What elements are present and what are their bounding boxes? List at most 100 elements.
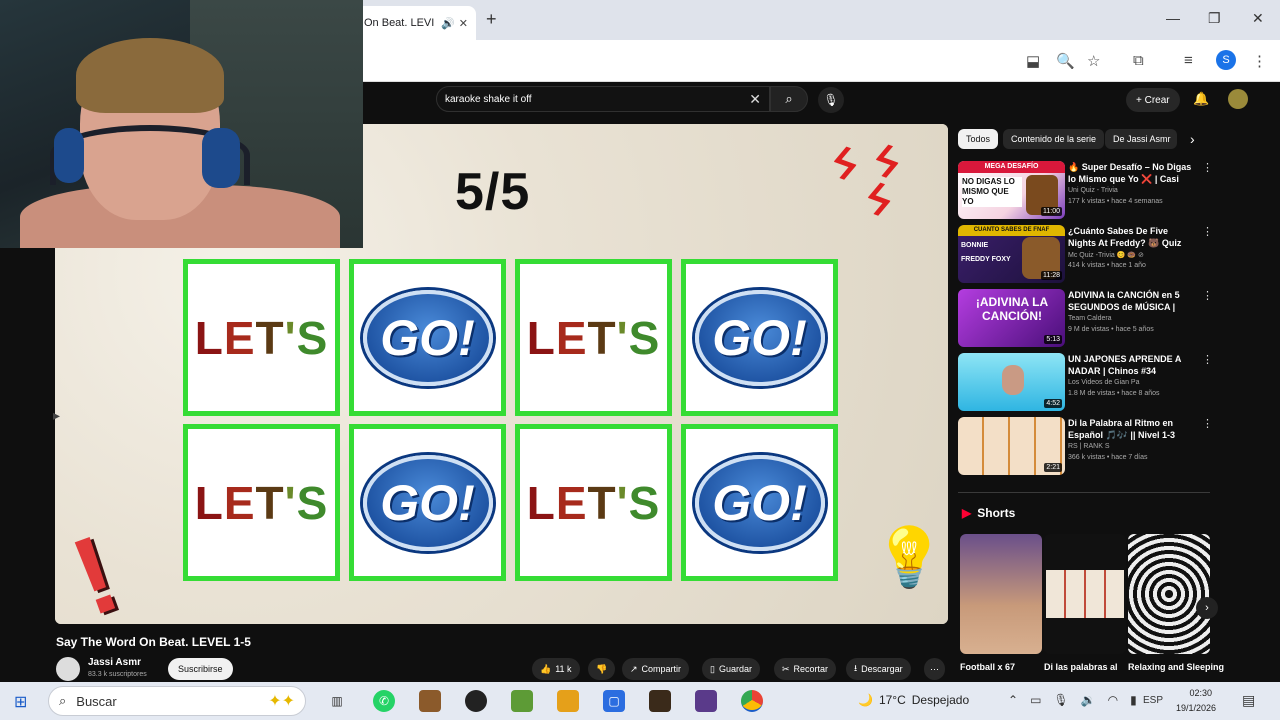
share-button[interactable]: ↗ Compartir (622, 658, 690, 680)
shorts-icon: ▶ (962, 506, 972, 520)
like-count: 11 k (555, 664, 572, 674)
notifications-icon[interactable]: ▤ (1242, 692, 1255, 709)
sparkle-icon: ✦✦ (268, 693, 295, 710)
scissors-icon: ✂ (782, 663, 790, 674)
recommendation-views: 414 k vistas • hace 1 año (1068, 262, 1146, 269)
video-thumbnail: ¡ADIVINA LA CANCIÓN! 5:13 (958, 289, 1065, 347)
app-icon[interactable]: ▢ (603, 690, 625, 712)
recommendation-item[interactable]: ¡ADIVINA LA CANCIÓN! 5:13 ADIVINA la CAN… (958, 289, 1213, 347)
maximize-button[interactable]: ❐ (1208, 10, 1221, 27)
go-logo: GO! (694, 289, 825, 386)
search-icon: ⌕ (59, 693, 67, 708)
card-lets: LET'S (515, 424, 672, 581)
recommendation-item[interactable]: 2:21 Di la Palabra al Ritmo en Español 🎵… (958, 417, 1213, 475)
app-icon[interactable] (695, 690, 717, 712)
clear-search-icon[interactable]: ✕ (749, 91, 761, 108)
recommendation-item[interactable]: CUANTO SABES DE FNAF BONNIE FREDDY FOXY … (958, 225, 1213, 283)
app-icon[interactable] (557, 690, 579, 712)
windows-start-icon[interactable]: ⊞ (14, 692, 27, 712)
minimize-button[interactable]: — (1166, 10, 1180, 26)
recommendation-views: 177 k vistas • hace 4 semanas (1068, 198, 1163, 205)
volume-icon[interactable]: 🔉 (1081, 693, 1096, 707)
voice-search-button[interactable]: 🎙 (818, 87, 844, 113)
mic-icon[interactable]: 🎙 (1053, 693, 1068, 707)
recommendation-title: ¿Cuánto Sabes De Five Nights At Freddy? … (1068, 226, 1182, 248)
media-controls-icon[interactable]: ≡ (1184, 52, 1193, 69)
wifi-icon[interactable]: ◠ (1108, 693, 1118, 707)
recommendation-item[interactable]: MEGA DESAFÍO NO DIGAS LO MISMO QUE YO 11… (958, 161, 1213, 219)
shorts-next-button[interactable]: › (1196, 597, 1218, 619)
short-thumbnail[interactable] (1128, 534, 1210, 654)
download-button[interactable]: ⭳ Descargar (846, 658, 911, 680)
recommendation-title: Di la Palabra al Ritmo en Español 🎵🎶 || … (1068, 418, 1175, 440)
app-icon[interactable] (419, 690, 441, 712)
card-go: GO! (349, 424, 506, 581)
channel-avatar[interactable] (56, 657, 80, 681)
bookmark-icon: ▯ (710, 663, 715, 674)
notifications-bell-icon[interactable]: 🔔 (1193, 91, 1209, 107)
profile-avatar[interactable]: S (1216, 50, 1236, 70)
app-icon[interactable] (465, 690, 487, 712)
recommendation-channel: Team Caldera (1068, 315, 1112, 322)
create-label: Crear (1144, 94, 1170, 106)
menu-kebab-icon[interactable]: ⋮ (1252, 52, 1267, 70)
sidebar-divider (958, 492, 1210, 493)
more-options-icon[interactable]: ⋮ (1202, 225, 1213, 238)
close-window-button[interactable]: ✕ (1252, 10, 1264, 27)
clip-button[interactable]: ✂ Recortar (774, 658, 837, 680)
like-button[interactable]: 👍 11 k (532, 658, 580, 680)
close-tab-icon[interactable]: ✕ (459, 17, 468, 30)
create-button[interactable]: + Crear (1126, 88, 1180, 112)
extensions-icon[interactable]: ⧉ (1133, 52, 1144, 69)
chip-channel[interactable]: De Jassi Asmr (1105, 129, 1177, 149)
chevron-right-icon[interactable]: › (1190, 131, 1195, 147)
system-tray: ⌃ ▭ 🎙 🔉 ◠ ▮ (1008, 693, 1137, 707)
language-indicator[interactable]: ESP (1143, 695, 1163, 706)
tray-chevron-icon[interactable]: ⌃ (1008, 693, 1018, 707)
card-go: GO! (681, 424, 838, 581)
chip-series[interactable]: Contenido de la serie (1003, 129, 1105, 149)
subscribe-button[interactable]: Suscribirse (168, 658, 233, 680)
task-view-icon[interactable]: ▥ (326, 690, 348, 712)
app-tray-icon[interactable]: ▭ (1030, 693, 1041, 707)
short-thumbnail[interactable] (1044, 534, 1126, 654)
taskbar-search[interactable]: ⌕ Buscar ✦✦ (48, 686, 306, 716)
recommendation-item[interactable]: 4:52 UN JAPONES APRENDE A NADAR | Chinos… (958, 353, 1213, 411)
save-button[interactable]: ▯ Guardar (702, 658, 760, 680)
more-actions-button[interactable]: ⋯ (924, 658, 945, 680)
more-options-icon[interactable]: ⋮ (1202, 289, 1213, 302)
game-score: 5/5 (455, 163, 531, 221)
recommendation-channel: RS | RANK S (1068, 443, 1110, 450)
install-icon[interactable]: ⬓ (1026, 52, 1040, 70)
account-avatar[interactable] (1228, 89, 1248, 109)
fnaf-icon[interactable] (649, 690, 671, 712)
weather-widget[interactable]: 🌙 17°C Despejado (858, 693, 969, 707)
channel-name[interactable]: Jassi Asmr (88, 657, 141, 668)
weather-text: Despejado (911, 693, 970, 707)
bookmark-star-icon[interactable]: ☆ (1087, 52, 1100, 70)
lets-text: LET'S (526, 476, 661, 529)
search-button[interactable]: ⌕ (770, 86, 808, 112)
browser-tab[interactable]: On Beat. LEVI 🔊 ✕ (356, 6, 476, 40)
more-options-icon[interactable]: ⋮ (1202, 161, 1213, 174)
taskbar-clock[interactable]: 02:30 19/1/2026 (1176, 686, 1216, 716)
search-input[interactable]: karaoke shake it off ✕ (436, 86, 770, 112)
new-tab-button[interactable]: + (486, 9, 497, 30)
search-icon: ⌕ (785, 91, 793, 106)
more-options-icon[interactable]: ⋮ (1202, 353, 1213, 366)
webcam-overlay (0, 0, 363, 248)
short-thumbnail[interactable] (960, 534, 1042, 654)
zoom-icon[interactable]: 🔍 (1056, 52, 1075, 70)
whatsapp-icon[interactable]: ✆ (373, 690, 395, 712)
screen: On Beat. LEVI 🔊 ✕ + — ❐ ✕ ⬓ 🔍 ☆ ⧉ ≡ S ⋮ … (0, 0, 1280, 720)
battery-icon[interactable]: ▮ (1130, 693, 1137, 707)
go-logo: GO! (362, 454, 493, 551)
recommendation-views: 366 k vistas • hace 7 días (1068, 454, 1148, 461)
speaker-icon[interactable]: 🔊 (441, 17, 455, 30)
chrome-icon[interactable] (741, 690, 763, 712)
more-options-icon[interactable]: ⋮ (1202, 417, 1213, 430)
dislike-button[interactable]: 👎 (588, 658, 616, 680)
lets-text: LET'S (194, 476, 329, 529)
chip-all[interactable]: Todos (958, 129, 999, 149)
minecraft-icon[interactable] (511, 690, 533, 712)
